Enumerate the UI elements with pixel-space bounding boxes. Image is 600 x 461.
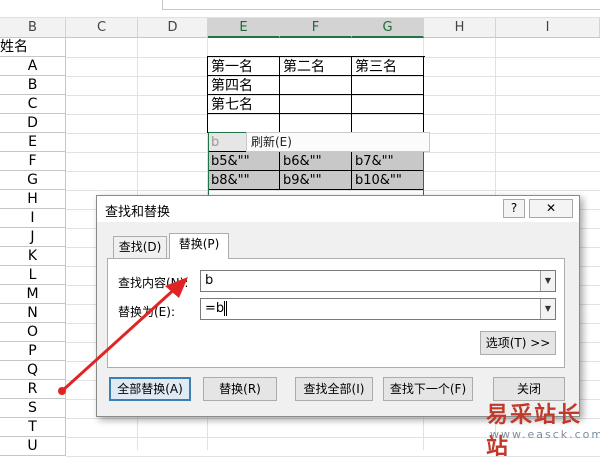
arrow-tail (58, 387, 66, 395)
arrow-line (60, 284, 180, 393)
tab-replace[interactable]: 替换(P) (169, 233, 229, 259)
red-arrow-annotation (58, 277, 188, 395)
watermark-url: www.easck.com (490, 428, 600, 441)
